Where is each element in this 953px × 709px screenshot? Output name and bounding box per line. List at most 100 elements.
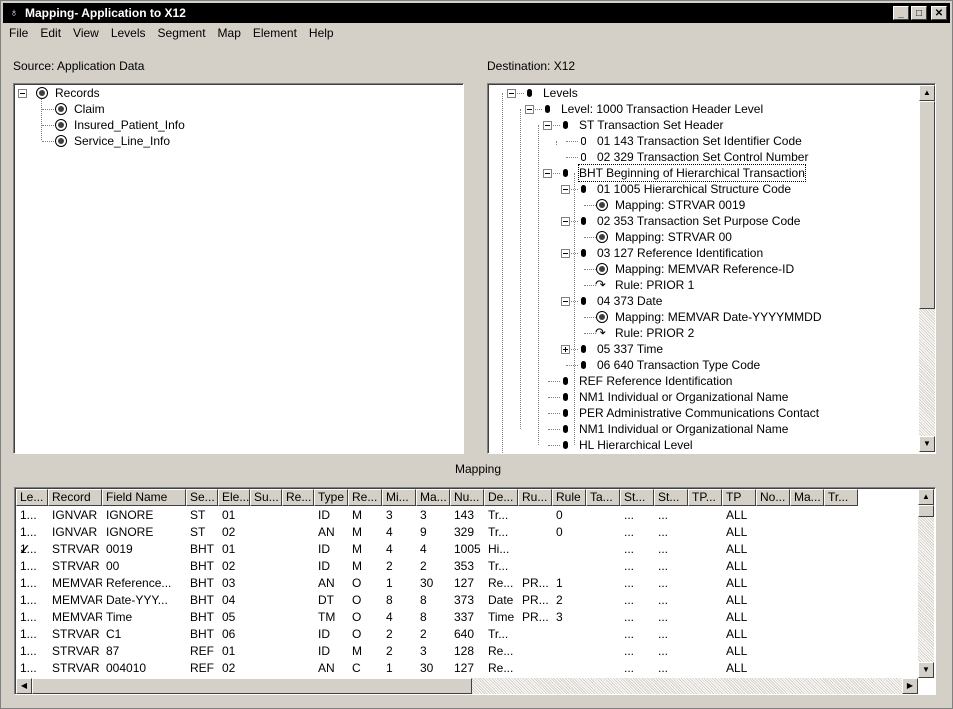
destination-tree-row[interactable]: PER Administrative Communications Contac…	[488, 405, 918, 421]
destination-row-label: 05 337 Time	[597, 342, 664, 356]
column-header[interactable]: De...	[484, 489, 518, 506]
collapse-toggle[interactable]	[525, 105, 534, 114]
destination-tree-row[interactable]: NM1 Individual or Organizational Name	[488, 421, 918, 437]
menu-help[interactable]: Help	[303, 24, 340, 43]
destination-tree-row[interactable]: BHT Beginning of Hierarchical Transactio…	[488, 164, 918, 182]
column-header[interactable]: Field Name	[102, 489, 186, 506]
destination-tree-row[interactable]: 05 337 Time	[488, 341, 918, 357]
grid-vertical-scrollbar[interactable]: ▲ ▼	[918, 489, 934, 678]
menu-edit[interactable]: Edit	[34, 24, 67, 43]
menu-file[interactable]: File	[3, 24, 34, 43]
grid-scroll-up-button[interactable]: ▲	[918, 489, 934, 505]
column-header[interactable]: Se...	[186, 489, 218, 506]
menu-map[interactable]: Map	[212, 24, 247, 43]
collapse-toggle[interactable]	[561, 297, 570, 306]
menu-view[interactable]: View	[67, 24, 105, 43]
grid-vscroll-thumb[interactable]	[918, 505, 934, 517]
grid-scroll-down-button[interactable]: ▼	[918, 662, 934, 678]
collapse-toggle[interactable]	[507, 89, 516, 98]
column-header[interactable]: Ma...	[416, 489, 450, 506]
destination-tree-row[interactable]: ST Transaction Set Header	[488, 117, 918, 133]
destination-tree[interactable]: Levels Level: 1000 Transaction Header Lev…	[487, 83, 936, 454]
table-row[interactable]: 1... MEMVAR Date-YYY... BHT 04 DT O 8 8 373 Date PR…	[15, 592, 917, 609]
grid-horizontal-scrollbar[interactable]: ◀ ▶	[16, 678, 918, 694]
destination-tree-row[interactable]: 03 127 Reference Identification	[488, 245, 918, 261]
grid-scroll-left-button[interactable]: ◀	[16, 678, 32, 694]
menu-segment[interactable]: Segment	[152, 24, 212, 43]
destination-tree-row[interactable]: 06 640 Transaction Type Code	[488, 357, 918, 373]
source-record-item[interactable]: Insured_Patient_Info	[74, 117, 185, 133]
menu-levels[interactable]: Levels	[105, 24, 152, 43]
column-header[interactable]: Ta...	[586, 489, 620, 506]
destination-tree-row[interactable]: 01 1005 Hierarchical Structure Code	[488, 181, 918, 197]
destination-tree-row[interactable]: Mapping: MEMVAR Reference-ID	[488, 261, 918, 277]
grid-hscroll-thumb[interactable]	[32, 678, 472, 694]
destination-tree-row[interactable]: HL Hierarchical Level	[488, 437, 918, 453]
scroll-down-button[interactable]: ▼	[919, 436, 935, 452]
title-bar[interactable]: ♁ Mapping- Application to X12 _ □ ✕	[3, 3, 950, 23]
column-header[interactable]: Tr...	[824, 489, 858, 506]
column-header[interactable]: St...	[620, 489, 654, 506]
close-button[interactable]: ✕	[931, 6, 947, 20]
source-collapse-toggle[interactable]	[18, 89, 27, 98]
mapping-grid[interactable]: Le... Record Field Name Se... Ele... Su... Re.…	[14, 487, 936, 695]
table-row[interactable]: 1... STRVAR 00 BHT 02 ID M 2 2 353 Tr......... ALL	[15, 558, 917, 575]
column-header[interactable]: TP...	[688, 489, 722, 506]
table-row[interactable]: 1... IGNVAR IGNORE ST 02 AN M 4 9 329 Tr... 0......…	[15, 524, 917, 541]
expand-toggle[interactable]	[561, 345, 570, 354]
destination-tree-row[interactable]: Mapping: STRVAR 0019	[488, 197, 918, 213]
destination-tree-row[interactable]: Mapping: STRVAR 00	[488, 229, 918, 245]
column-header[interactable]: No...	[756, 489, 790, 506]
source-tree[interactable]: Records Claim Insured_Patient_Info Servi…	[13, 83, 464, 454]
scroll-thumb[interactable]	[919, 101, 935, 309]
destination-tree-row[interactable]: Mapping: MEMVAR Date-YYYYMMDD	[488, 309, 918, 325]
maximize-button[interactable]: □	[911, 6, 927, 20]
destination-tree-row[interactable]: 02 329 Transaction Set Control Number	[488, 149, 918, 165]
column-header[interactable]: Re...	[282, 489, 314, 506]
collapse-toggle[interactable]	[561, 249, 570, 258]
table-row[interactable]: 1... STRVAR C1 BHT 06 ID O 2 2 640 Tr......... ALL	[15, 626, 917, 643]
destination-tree-row[interactable]: ↷ Rule: PRIOR 1	[488, 277, 918, 293]
scroll-up-button[interactable]: ▲	[919, 85, 935, 101]
destination-tree-row[interactable]: ↷ Rule: PRIOR 2	[488, 325, 918, 341]
destination-tree-row[interactable]: 01 143 Transaction Set Identifier Code	[488, 133, 918, 149]
table-row[interactable]: 1... MEMVAR Time BHT 05 TM O 4 8 337 Time PR... 3...…	[15, 609, 917, 626]
source-root-records[interactable]: Records	[55, 85, 100, 101]
collapse-toggle[interactable]	[543, 169, 552, 178]
menu-element[interactable]: Element	[247, 24, 303, 43]
destination-tree-row[interactable]: 04 373 Date	[488, 293, 918, 309]
source-record-item[interactable]: Service_Line_Info	[74, 133, 170, 149]
column-header[interactable]: Record	[48, 489, 102, 506]
table-row[interactable]: 1... IGNVAR IGNORE ST 01 ID M 3 3 143 Tr... 0......…	[15, 507, 917, 524]
destination-tree-row[interactable]: Levels	[488, 85, 918, 101]
source-record-item[interactable]: Claim	[74, 101, 105, 117]
table-row[interactable]: 1... STRVAR 87 REF 01 ID M 2 3 128 Re......... ALL	[15, 643, 917, 660]
minimize-button[interactable]: _	[893, 6, 909, 20]
table-cell: 1...	[20, 661, 37, 675]
collapse-toggle[interactable]	[543, 121, 552, 130]
column-header[interactable]: Su...	[250, 489, 282, 506]
column-header[interactable]: Ma...	[790, 489, 824, 506]
column-header[interactable]: St...	[654, 489, 688, 506]
destination-tree-row[interactable]: REF Reference Identification	[488, 373, 918, 389]
grid-scroll-right-button[interactable]: ▶	[902, 678, 918, 694]
column-header[interactable]: Ele...	[218, 489, 250, 506]
column-header[interactable]: Rule	[552, 489, 586, 506]
column-header[interactable]: TP	[722, 489, 756, 506]
collapse-toggle[interactable]	[561, 185, 570, 194]
destination-tree-row[interactable]: Level: 1000 Transaction Header Level	[488, 101, 918, 117]
column-header[interactable]: Type	[314, 489, 348, 506]
column-header[interactable]: Mi...	[382, 489, 416, 506]
destination-vertical-scrollbar[interactable]: ▲ ▼	[919, 85, 935, 452]
column-header[interactable]: Ru...	[518, 489, 552, 506]
destination-tree-row[interactable]: NM1 Individual or Organizational Name	[488, 389, 918, 405]
column-header[interactable]: Nu...	[450, 489, 484, 506]
destination-tree-row[interactable]: 02 353 Transaction Set Purpose Code	[488, 213, 918, 229]
table-row[interactable]: 1... STRVAR 004010 REF 02 AN C 1 30 127 Re........…	[15, 660, 917, 677]
collapse-toggle[interactable]	[561, 217, 570, 226]
column-header[interactable]: Re...	[348, 489, 382, 506]
table-cell: ...	[624, 644, 635, 658]
table-row[interactable]: 1... STRVAR 0019 BHT 01 ID M 4 4 1005 Hi......... A…	[15, 541, 917, 558]
table-row[interactable]: 1... MEMVAR Reference... BHT 03 AN O 1 30 127 Re..…	[15, 575, 917, 592]
column-header[interactable]: Le...	[16, 489, 48, 506]
